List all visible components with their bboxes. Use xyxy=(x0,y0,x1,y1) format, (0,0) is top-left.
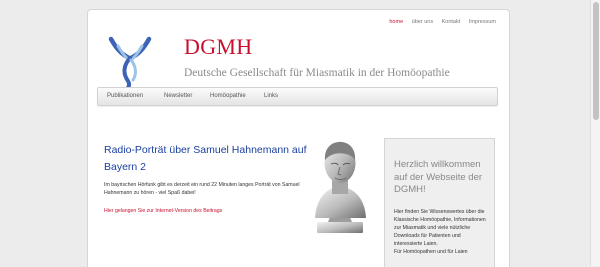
main-nav: Publikationen Newsletter Homöopathie Lin… xyxy=(97,87,498,106)
nav-item-publications[interactable]: Publikationen xyxy=(107,93,143,99)
article-body: Im bayrischen Hörfunk gibt es derzeit ei… xyxy=(104,182,300,196)
welcome-text-intro: Hier finden Sie Wissenswertes über die K… xyxy=(394,209,486,247)
top-nav-about[interactable]: über uns xyxy=(412,19,433,25)
welcome-text: Hier finden Sie Wissenswertes über die K… xyxy=(394,208,488,256)
scrollbar[interactable] xyxy=(590,0,600,266)
article-link[interactable]: Hier gelangen Sie zur Internet-Version d… xyxy=(104,208,222,214)
hahnemann-bust-icon xyxy=(315,141,366,233)
top-nav-contact[interactable]: Kontakt xyxy=(442,19,461,25)
site-subtitle: Deutsche Gesellschaft für Miasmatik in d… xyxy=(184,67,450,79)
scrollbar-thumb[interactable] xyxy=(593,2,599,120)
top-nav-home[interactable]: home xyxy=(389,19,403,25)
site-title[interactable]: DGMH xyxy=(184,34,252,60)
dgmh-logo-icon[interactable] xyxy=(107,36,153,94)
page-container: home über uns Kontakt Impressum DGMH Deu… xyxy=(87,9,510,267)
top-nav-imprint[interactable]: Impressum xyxy=(469,19,496,25)
nav-item-homeopathy[interactable]: Homöopathie xyxy=(210,93,246,99)
welcome-box: Herzlich willkommen auf der Webseite der… xyxy=(384,138,495,267)
top-nav: home über uns Kontakt Impressum xyxy=(382,19,496,25)
nav-item-links[interactable]: Links xyxy=(264,93,278,99)
nav-item-newsletter[interactable]: Newsletter xyxy=(164,93,192,99)
article-title[interactable]: Radio-Porträt über Samuel Hahnemann auf … xyxy=(104,142,314,176)
welcome-heading: Herzlich willkommen auf der Webseite der… xyxy=(394,159,483,195)
welcome-text-audience: Für Homöopathen und für Laien xyxy=(394,249,468,255)
